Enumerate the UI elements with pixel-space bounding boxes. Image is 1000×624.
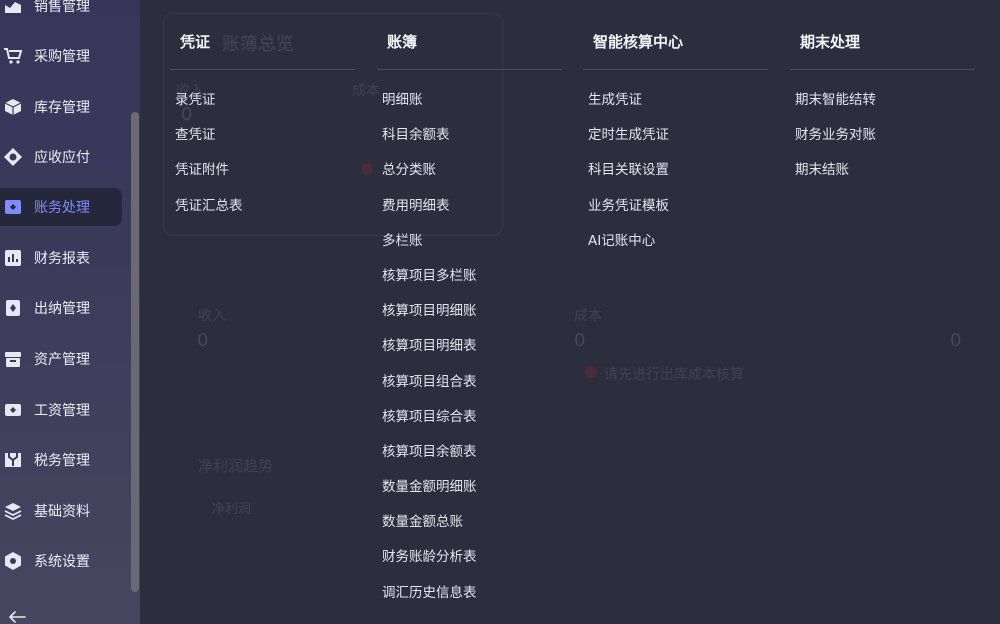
income-label-2: 收入 — [198, 308, 226, 324]
profit-select[interactable]: 净利润 — [212, 498, 251, 517]
layers-icon — [3, 501, 23, 521]
warning-icon-2 — [585, 366, 597, 378]
sidebar-item-label: 财务报表 — [34, 251, 90, 267]
cost-notice: 请先进行出库成本核算 — [604, 367, 744, 383]
sidebar-item-label: 税务管理 — [34, 453, 90, 469]
box-icon — [3, 97, 23, 117]
report-icon — [3, 248, 23, 268]
menu-link[interactable]: 费用明细表 — [377, 196, 562, 231]
menu-column-title: 智能核算中心 — [583, 32, 768, 70]
profit-value: 0 — [950, 330, 962, 351]
menu-column-ledger: 账簿 明细账 科目余额表 总分类账 费用明细表 多栏账 核算项目多栏账 核算项目明细账 核算项… — [377, 32, 562, 618]
menu-link[interactable]: AI记账中心 — [583, 231, 768, 266]
menu-link[interactable]: 核算项目明细账 — [377, 301, 562, 336]
cost-label: 成本 — [352, 83, 380, 99]
sidebar-item[interactable]: 账务处理 — [0, 188, 122, 226]
menu-link[interactable]: 核算项目组合表 — [377, 372, 562, 407]
sidebar-item[interactable]: 应收应付 — [0, 138, 122, 176]
income-value-2: 0 — [197, 330, 209, 351]
cost-value-2: 0 — [574, 330, 586, 351]
menu-column-period-end: 期末处理 期末智能结转 财务业务对账 期末结账 — [790, 32, 975, 196]
sidebar-item-label: 应收应付 — [34, 150, 90, 166]
menu-link[interactable]: 数量金额总账 — [377, 512, 562, 547]
sidebar-item-label: 采购管理 — [34, 49, 90, 65]
archive-icon — [3, 349, 23, 369]
sidebar-item-label: 库存管理 — [34, 100, 90, 116]
menu-link[interactable]: 科目关联设置 — [583, 160, 768, 195]
sidebar-item-label: 基础资料 — [34, 504, 90, 520]
menu-link[interactable]: 多栏账 — [377, 231, 562, 266]
sidebar-item[interactable]: 销售管理 — [0, 0, 122, 25]
menu-link[interactable]: 凭证附件 — [170, 160, 355, 195]
exchange-icon — [3, 147, 23, 167]
menu-link[interactable]: 核算项目综合表 — [377, 407, 562, 442]
menu-link[interactable]: 调汇历史信息表 — [377, 583, 562, 618]
menu-link[interactable]: 定时生成凭证 — [583, 125, 768, 160]
cashier-icon — [3, 298, 23, 318]
sidebar-item[interactable]: 工资管理 — [0, 391, 122, 429]
menu-link[interactable]: 生成凭证 — [583, 90, 768, 125]
arrow-left-icon — [9, 611, 26, 623]
menu-link[interactable]: 科目余额表 — [377, 125, 562, 160]
menu-column-title: 期末处理 — [790, 32, 975, 70]
profit-trend-title: 净利润趋势 — [198, 457, 274, 475]
menu-link[interactable]: 期末智能结转 — [790, 90, 975, 125]
sidebar-item-label: 工资管理 — [34, 403, 90, 419]
sidebar-item-label: 资产管理 — [34, 352, 90, 368]
menu-link[interactable]: 期末结账 — [790, 160, 975, 195]
menu-link[interactable]: 核算项目明细表 — [377, 336, 562, 371]
sidebar-item[interactable]: 系统设置 — [0, 542, 122, 580]
sidebar-item-label: 系统设置 — [34, 554, 90, 570]
sidebar-scrollbar[interactable] — [131, 112, 139, 592]
menu-link[interactable]: 查凭证 — [170, 125, 355, 160]
menu-column-voucher: 凭证 录凭证 查凭证 凭证附件 凭证汇总表 — [170, 32, 355, 231]
salary-icon — [3, 400, 23, 420]
sidebar-item[interactable]: 资产管理 — [0, 340, 122, 378]
menu-column-smart-accounting: 智能核算中心 生成凭证 定时生成凭证 科目关联设置 业务凭证模板 AI记账中心 — [583, 32, 768, 266]
menu-link[interactable]: 录凭证 — [170, 90, 355, 125]
sidebar-item[interactable]: 库存管理 — [0, 88, 122, 126]
sidebar-item[interactable]: 基础资料 — [0, 492, 122, 530]
sidebar-item[interactable]: 出纳管理 — [0, 289, 122, 327]
cost-label-2: 成本 — [574, 308, 602, 324]
menu-link[interactable]: 核算项目多栏账 — [377, 266, 562, 301]
chart-icon — [3, 0, 23, 16]
menu-link[interactable]: 凭证汇总表 — [170, 196, 355, 231]
sidebar-item[interactable]: 采购管理 — [0, 37, 122, 75]
menu-link[interactable]: 财务账龄分析表 — [377, 547, 562, 582]
tax-icon — [3, 450, 23, 470]
sidebar-item[interactable]: 税务管理 — [0, 441, 122, 479]
menu-link[interactable]: 财务业务对账 — [790, 125, 975, 160]
sidebar-item-label: 账务处理 — [34, 200, 90, 216]
menu-link[interactable]: 明细账 — [377, 90, 562, 125]
sidebar-item[interactable]: 财务报表 — [0, 239, 122, 277]
cart-icon — [3, 46, 23, 66]
menu-link[interactable]: 数量金额明细账 — [377, 477, 562, 512]
menu-column-title: 凭证 — [170, 32, 355, 70]
sidebar: 销售管理采购管理库存管理应收应付账务处理财务报表出纳管理资产管理工资管理税务管理… — [0, 0, 140, 624]
sidebar-item-label: 出纳管理 — [34, 301, 90, 317]
menu-link[interactable]: 业务凭证模板 — [583, 196, 768, 231]
ledger-icon — [3, 197, 23, 217]
warning-icon — [361, 163, 373, 175]
sidebar-item-label: 销售管理 — [34, 0, 90, 15]
menu-link[interactable]: 核算项目余额表 — [377, 442, 562, 477]
menu-link[interactable]: 总分类账 — [377, 160, 562, 195]
collapse-sidebar-button[interactable] — [6, 606, 28, 624]
menu-column-title: 账簿 — [377, 32, 562, 70]
gear-icon — [3, 551, 23, 571]
